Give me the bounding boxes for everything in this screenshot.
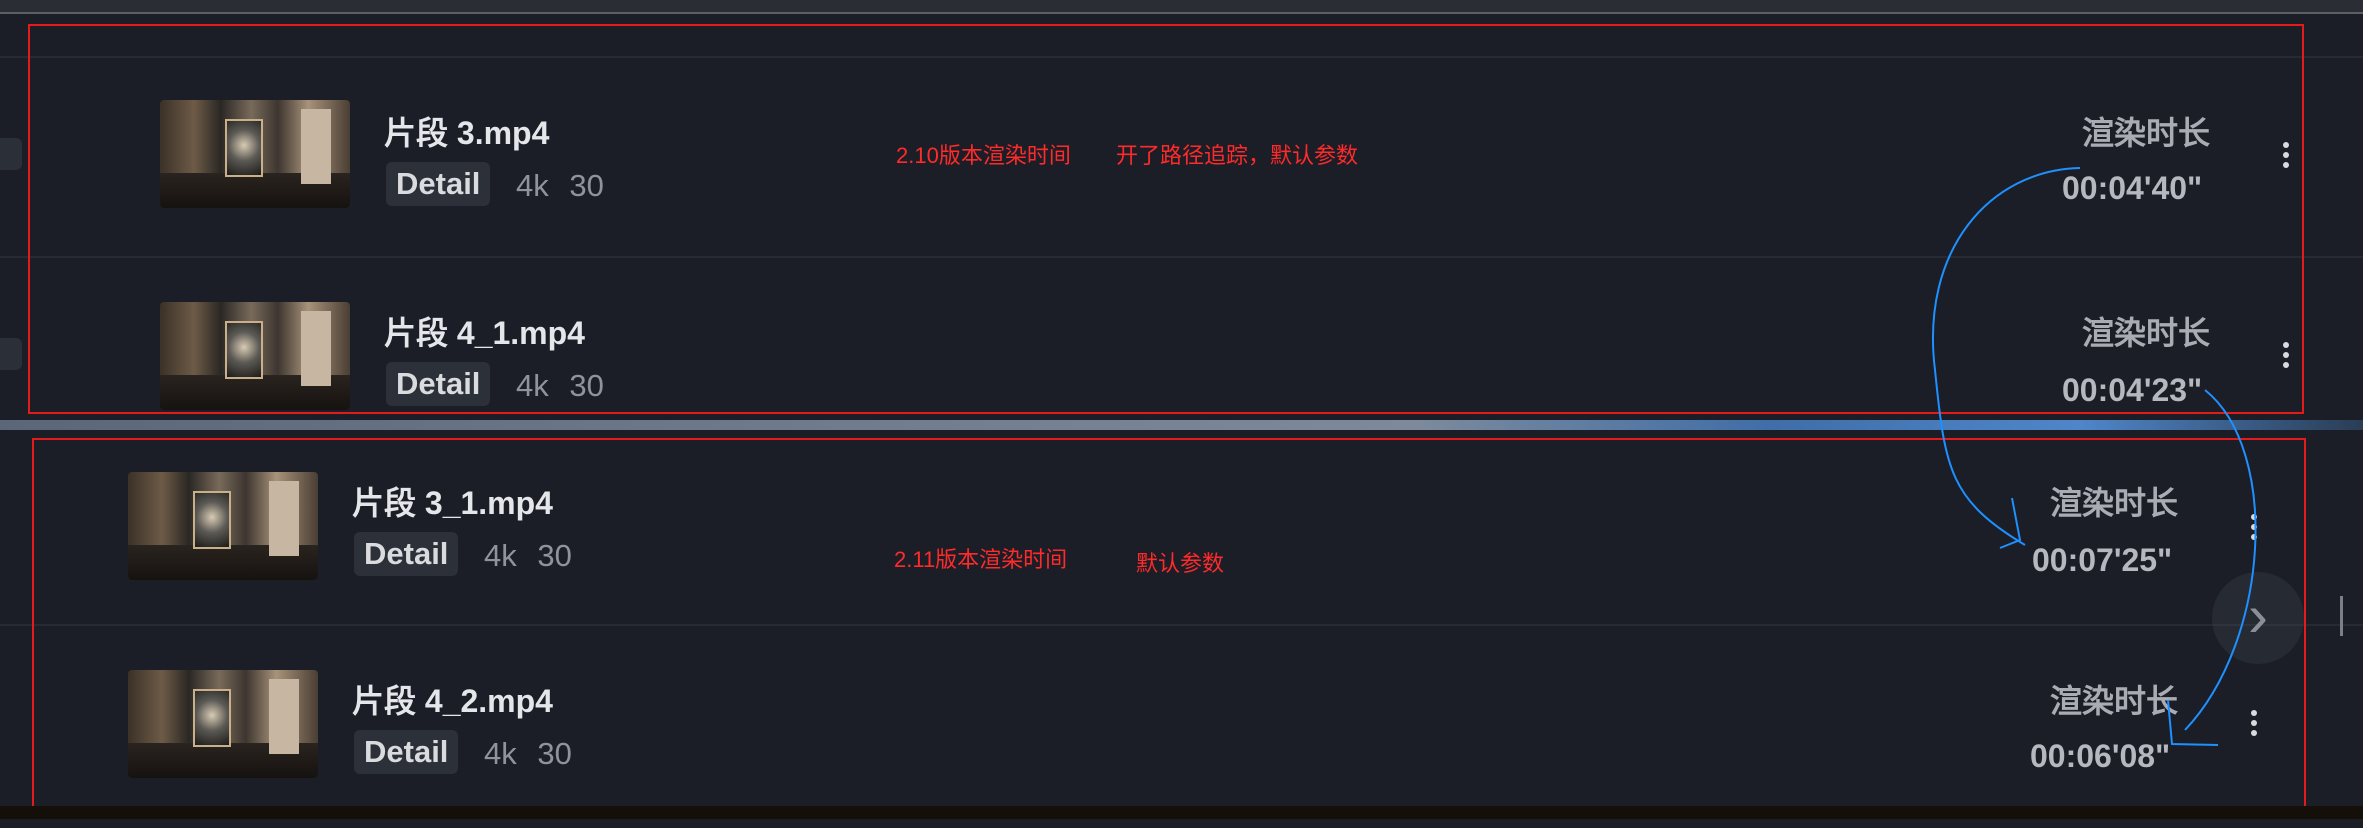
annotation-arrow-curve xyxy=(1932,167,2081,546)
annotation-arrows xyxy=(1932,167,2257,746)
annotation-arrow-head xyxy=(1999,497,2022,549)
annotation-arrow-curve xyxy=(2184,389,2257,731)
bottom-edge xyxy=(0,806,2363,819)
